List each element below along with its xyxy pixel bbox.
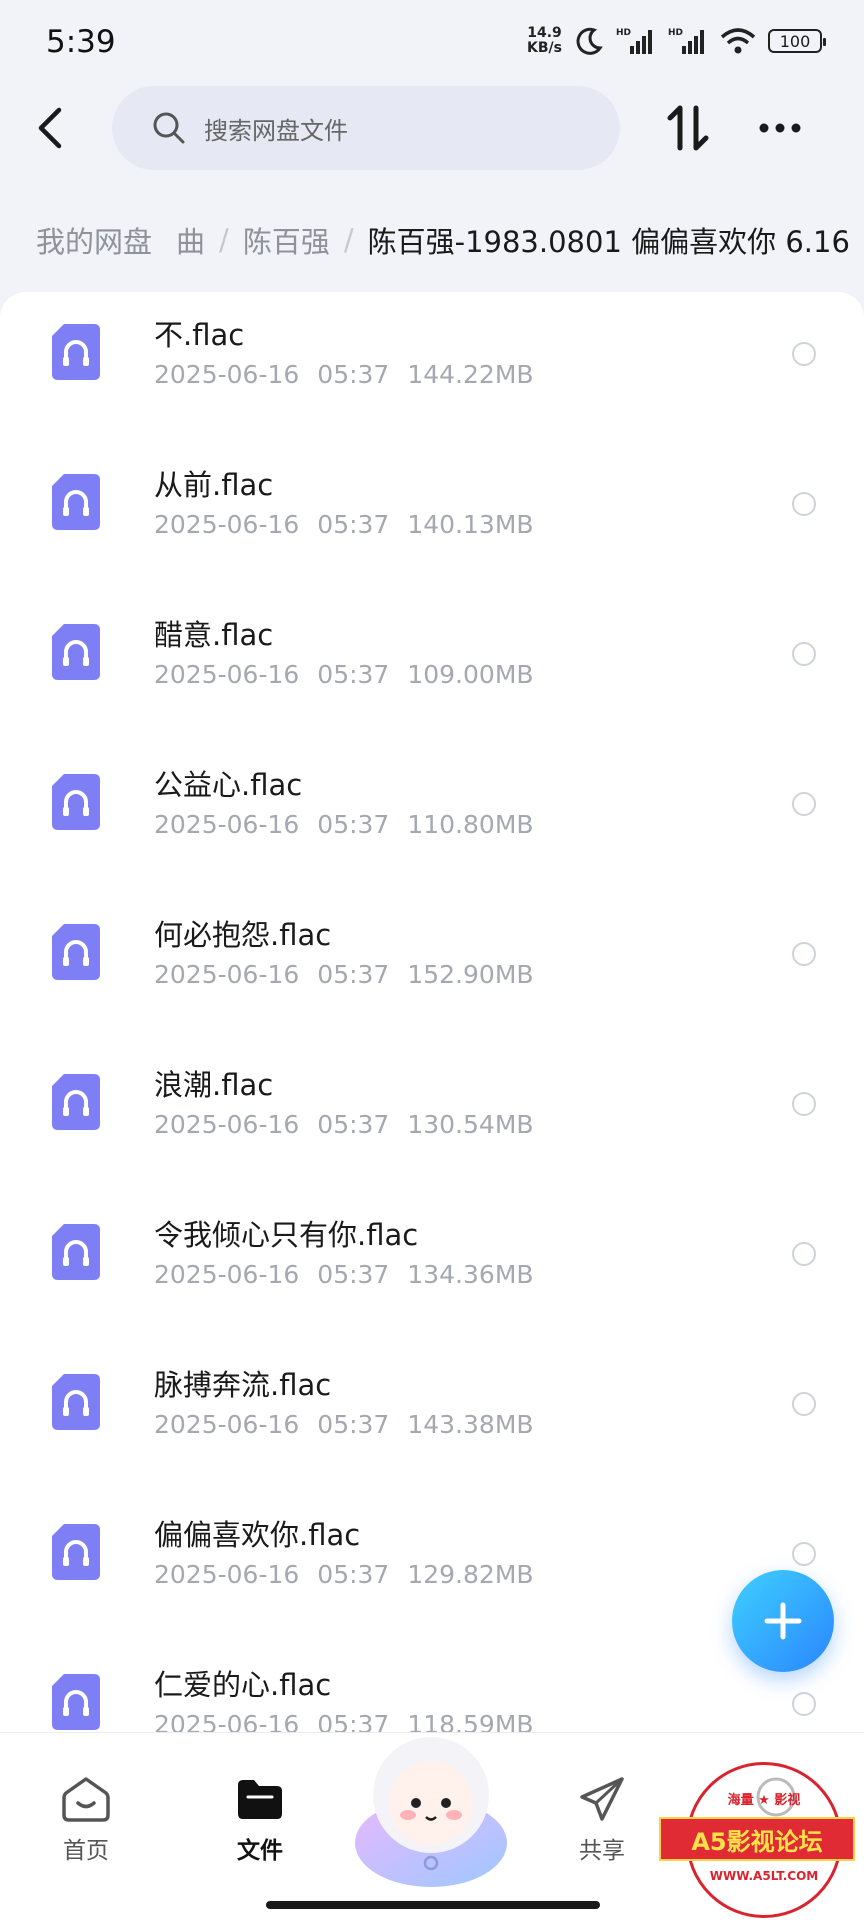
signal-icon: HD bbox=[616, 28, 652, 54]
breadcrumb-separator: / bbox=[343, 223, 354, 257]
file-row[interactable]: 脉搏奔流.flac 2025-06-16 05:37 143.38MB bbox=[0, 1342, 864, 1492]
home-icon bbox=[62, 1777, 110, 1822]
back-button[interactable] bbox=[26, 96, 74, 160]
nav-files[interactable]: 文件 bbox=[200, 1775, 320, 1865]
file-name: 偏偏喜欢你.flac bbox=[154, 1518, 361, 1552]
file-row[interactable]: 不.flac 2025-06-16 05:37 144.22MB bbox=[0, 292, 864, 442]
select-checkbox[interactable] bbox=[792, 1542, 816, 1566]
file-name: 脉搏奔流.flac bbox=[154, 1368, 332, 1402]
file-row[interactable]: 何必抱怨.flac 2025-06-16 05:37 152.90MB bbox=[0, 892, 864, 1042]
breadcrumb-current: 陈百强-1983.0801 偏偏喜欢你 6.16 bbox=[367, 225, 850, 259]
audio-file-icon bbox=[52, 624, 100, 680]
audio-file-icon bbox=[52, 774, 100, 830]
file-list: 不.flac 2025-06-16 05:37 144.22MB 从前.flac 2… bbox=[0, 292, 864, 1732]
breadcrumb-separator: / bbox=[219, 223, 229, 257]
select-checkbox[interactable] bbox=[792, 492, 816, 516]
audio-file-icon bbox=[52, 924, 100, 980]
nav-share-label: 共享 bbox=[579, 1838, 625, 1864]
wifi-icon bbox=[720, 28, 756, 54]
file-row[interactable]: 从前.flac 2025-06-16 05:37 140.13MB bbox=[0, 442, 864, 592]
audio-file-icon bbox=[52, 1224, 100, 1280]
search-input[interactable]: 搜索网盘文件 bbox=[112, 86, 620, 170]
breadcrumb-item-music[interactable]: 曲 bbox=[176, 219, 205, 261]
status-time: 5:39 bbox=[46, 24, 116, 60]
network-speed: 14.9 KB/s bbox=[527, 25, 562, 56]
status-icons: 14.9 KB/s HD HD 100 bbox=[527, 25, 826, 56]
file-row[interactable]: 醋意.flac 2025-06-16 05:37 109.00MB bbox=[0, 592, 864, 742]
nav-home[interactable]: 首页 bbox=[26, 1775, 146, 1865]
nav-share[interactable]: 共享 bbox=[542, 1775, 662, 1865]
svg-text:HD: HD bbox=[616, 28, 631, 38]
file-meta: 2025-06-16 05:37 143.38MB bbox=[154, 1410, 534, 1439]
watermark-stamp: 海量 ★ 影视 A5影视论坛 WWW.A5LT.COM bbox=[659, 1762, 855, 1918]
nav-home-label: 首页 bbox=[63, 1838, 109, 1864]
select-checkbox[interactable] bbox=[792, 942, 816, 966]
file-row[interactable]: 浪潮.flac 2025-06-16 05:37 130.54MB bbox=[0, 1042, 864, 1192]
file-row[interactable]: 令我倾心只有你.flac 2025-06-16 05:37 134.36MB bbox=[0, 1192, 864, 1342]
file-meta: 2025-06-16 05:37 110.80MB bbox=[154, 810, 534, 839]
select-checkbox[interactable] bbox=[792, 1092, 816, 1116]
battery-icon: 100 bbox=[768, 29, 826, 53]
signal-icon-2: HD bbox=[668, 28, 704, 54]
svg-text:HD: HD bbox=[668, 28, 683, 38]
plus-icon bbox=[764, 1602, 802, 1640]
send-icon bbox=[580, 1777, 624, 1821]
file-meta: 2025-06-16 05:37 134.36MB bbox=[154, 1260, 534, 1289]
audio-file-icon bbox=[52, 1374, 100, 1430]
breadcrumb-root[interactable]: 我的网盘 bbox=[36, 219, 152, 261]
file-name: 不.flac bbox=[154, 318, 245, 352]
back-arrow-icon bbox=[38, 107, 62, 149]
moon-icon bbox=[576, 27, 603, 55]
sort-icon bbox=[667, 105, 709, 151]
file-meta: 2025-06-16 05:37 152.90MB bbox=[154, 960, 534, 989]
audio-file-icon bbox=[52, 1074, 100, 1130]
file-name: 令我倾心只有你.flac bbox=[154, 1218, 419, 1252]
file-row[interactable]: 仁爱的心.flac 2025-06-16 05:37 118.59MB bbox=[0, 1642, 864, 1732]
file-name: 何必抱怨.flac bbox=[154, 918, 332, 952]
file-meta: 2025-06-16 05:37 129.82MB bbox=[154, 1560, 534, 1589]
audio-file-icon bbox=[52, 324, 100, 380]
status-bar: 5:39 14.9 KB/s HD HD 100 bbox=[0, 0, 864, 86]
file-name: 醋意.flac bbox=[154, 618, 274, 652]
search-icon bbox=[153, 112, 185, 144]
select-checkbox[interactable] bbox=[792, 342, 816, 366]
audio-file-icon bbox=[52, 1674, 100, 1730]
select-checkbox[interactable] bbox=[792, 1692, 816, 1716]
select-checkbox[interactable] bbox=[792, 642, 816, 666]
file-meta: 2025-06-16 05:37 109.00MB bbox=[154, 660, 534, 689]
folder-icon bbox=[238, 1780, 282, 1819]
sort-button[interactable] bbox=[660, 98, 716, 158]
search-placeholder: 搜索网盘文件 bbox=[204, 116, 348, 145]
audio-file-icon bbox=[52, 1524, 100, 1580]
breadcrumb: 我的网盘 曲 / 陈百强 / 陈百强-1983.0801 偏偏喜欢你 6.16 bbox=[0, 210, 864, 270]
more-options-button[interactable] bbox=[752, 98, 808, 158]
file-name: 仁爱的心.flac bbox=[154, 1668, 332, 1702]
select-checkbox[interactable] bbox=[792, 792, 816, 816]
file-name: 从前.flac bbox=[154, 468, 274, 502]
more-dots-icon bbox=[759, 123, 801, 133]
select-checkbox[interactable] bbox=[792, 1242, 816, 1266]
file-name: 公益心.flac bbox=[154, 768, 303, 802]
file-meta: 2025-06-16 05:37 140.13MB bbox=[154, 510, 534, 539]
file-meta: 2025-06-16 05:37 130.54MB bbox=[154, 1110, 534, 1139]
select-checkbox[interactable] bbox=[792, 1392, 816, 1416]
audio-file-icon bbox=[52, 474, 100, 530]
nav-files-label: 文件 bbox=[237, 1838, 283, 1864]
file-name: 浪潮.flac bbox=[154, 1068, 274, 1102]
mascot-icon[interactable] bbox=[350, 1723, 512, 1893]
file-row[interactable]: 公益心.flac 2025-06-16 05:37 110.80MB bbox=[0, 742, 864, 892]
home-indicator[interactable] bbox=[266, 1901, 600, 1909]
file-meta: 2025-06-16 05:37 144.22MB bbox=[154, 360, 534, 389]
breadcrumb-item-artist[interactable]: 陈百强 bbox=[243, 219, 330, 261]
add-button[interactable] bbox=[732, 1570, 834, 1672]
